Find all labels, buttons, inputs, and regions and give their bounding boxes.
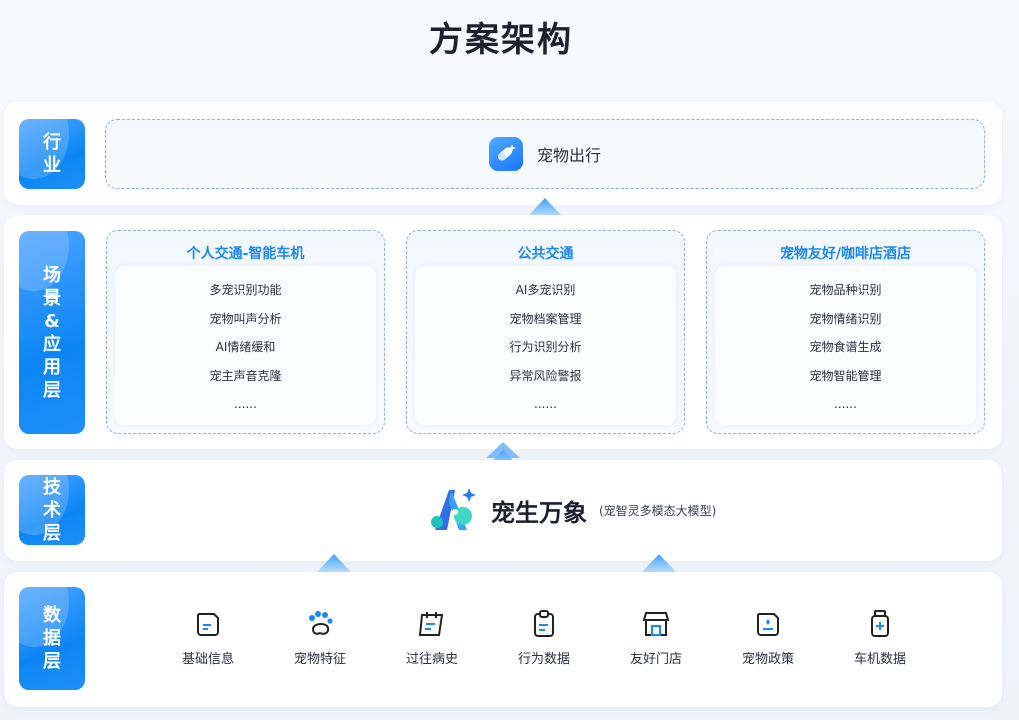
tag-char: 据	[43, 628, 61, 649]
policy-icon	[756, 613, 779, 636]
data-item: 基础信息	[163, 608, 253, 667]
tag-char: 层	[43, 522, 61, 544]
data-item: 过往病史	[387, 608, 477, 667]
list-item: 宠物叫声分析	[209, 311, 282, 326]
note-icon	[196, 613, 219, 636]
model-name: 宠生万象	[491, 498, 587, 527]
tag-char: 行	[43, 132, 61, 153]
data-item: 宠物特征	[275, 608, 365, 667]
up-arrow-icon	[317, 554, 351, 572]
tag-char: 应	[43, 333, 61, 355]
industry-tag: 行 业	[19, 119, 85, 189]
data-item: 行为数据	[499, 608, 589, 667]
list-item: 宠物品种识别	[809, 283, 882, 297]
tag-char: 数	[43, 605, 61, 626]
list-item: 宠物档案管理	[509, 311, 582, 326]
data-item: 宠物政策	[723, 608, 813, 667]
scene-column-title: 宠物友好/咖啡店酒店	[779, 246, 912, 262]
industry-box: 宠物出行	[105, 119, 985, 189]
tag-char: 景	[43, 287, 61, 309]
list-item: 宠物食谱生成	[809, 340, 882, 355]
bottle-icon	[871, 610, 889, 637]
data-item-label: 基础信息	[181, 652, 234, 667]
scene-column-title: 个人交通-智能车机	[186, 246, 305, 262]
list-item: ......	[234, 397, 257, 412]
calendar-icon	[418, 612, 444, 636]
list-item: AI情绪缓和	[215, 340, 276, 355]
scene-column: 宠物友好/咖啡店酒店 宠物品种识别 宠物情绪识别 宠物食谱生成 宠物智能管理 .…	[706, 230, 985, 434]
scene-column: 公共交通 AI多宠识别 宠物档案管理 行为识别分析 异常风险警报 ......	[406, 230, 685, 434]
data-item-label: 车机数据	[853, 652, 906, 667]
list-item: 宠物智能管理	[809, 368, 882, 383]
list-item: ......	[534, 397, 557, 412]
tag-char: &	[44, 310, 60, 332]
list-item: 宠主声音克隆	[209, 368, 282, 383]
data-item-label: 友好门店	[629, 652, 682, 667]
tag-char: 术	[43, 499, 61, 521]
data-item: 车机数据	[835, 608, 925, 667]
tag-char: 场	[43, 264, 61, 286]
up-arrow-icon	[642, 554, 676, 572]
model-logo-icon	[431, 488, 476, 530]
list-item: 多宠识别功能	[209, 283, 282, 297]
tag-char: 业	[43, 155, 61, 176]
scene-column: 个人交通-智能车机 多宠识别功能 宠物叫声分析 AI情绪缓和 宠主声音克隆 ..…	[106, 230, 385, 434]
page-title: 方案架构	[429, 20, 573, 60]
scene-list: 宠物品种识别 宠物情绪识别 宠物食谱生成 宠物智能管理 ......	[715, 266, 976, 425]
industry-label: 宠物出行	[536, 146, 601, 165]
scene-list: 多宠识别功能 宠物叫声分析 AI情绪缓和 宠主声音克隆 ......	[115, 266, 376, 425]
model-subtitle: (宠智灵多模态大模型)	[599, 503, 717, 518]
data-tag: 数 据 层	[19, 587, 85, 690]
data-item: 友好门店	[611, 608, 701, 667]
list-item: 异常风险警报	[509, 368, 582, 383]
list-item: ......	[834, 397, 857, 412]
data-item-label: 宠物特征	[293, 652, 346, 667]
tech-tag: 技 术 层	[19, 475, 85, 545]
data-item-label: 过往病史	[405, 652, 458, 667]
tag-char: 层	[43, 379, 61, 401]
list-item: 行为识别分析	[509, 340, 582, 355]
list-item: 宠物情绪识别	[809, 311, 882, 326]
tag-char: 层	[43, 651, 61, 672]
list-item: AI多宠识别	[515, 283, 576, 297]
tag-char: 用	[43, 356, 61, 378]
paw-icon	[309, 611, 333, 635]
tech-brand: 宠生万象 (宠智灵多模态大模型)	[425, 480, 716, 540]
store-icon	[642, 612, 670, 636]
data-item-label: 宠物政策	[741, 652, 794, 667]
tag-char: 技	[43, 476, 61, 498]
data-item-label: 行为数据	[517, 652, 570, 667]
scene-column-title: 公共交通	[517, 246, 574, 262]
clipboard-icon	[534, 610, 554, 637]
scene-list: AI多宠识别 宠物档案管理 行为识别分析 异常风险警报 ......	[415, 266, 676, 425]
scene-tag: 场 景 & 应 用 层	[19, 231, 85, 434]
pill-app-icon	[488, 137, 523, 171]
